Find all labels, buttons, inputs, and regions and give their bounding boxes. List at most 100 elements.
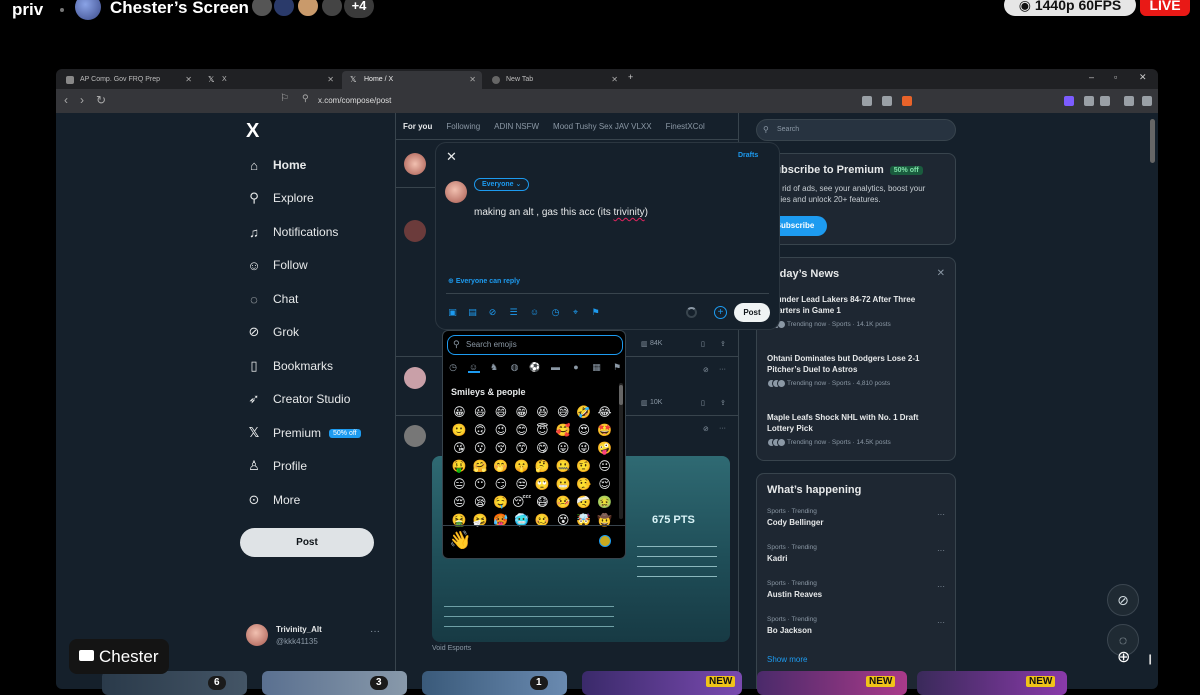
- emoji-cell[interactable]: 😋: [532, 441, 553, 456]
- emoji-cell[interactable]: 🙂: [449, 423, 470, 438]
- emoji-cell[interactable]: 😛: [553, 441, 574, 456]
- emoji-cell[interactable]: 😪: [470, 495, 491, 510]
- grok-icon[interactable]: ⊘: [703, 425, 709, 433]
- activity-category-icon[interactable]: ⚽: [529, 361, 541, 373]
- trend-name[interactable]: Kadri: [767, 554, 787, 563]
- emoji-cell[interactable]: 😇: [532, 423, 553, 438]
- emoji-cell[interactable]: 🤐: [553, 459, 574, 474]
- emoji-cell[interactable]: 😐: [594, 459, 615, 474]
- share-icon[interactable]: [882, 96, 892, 106]
- emoji-cell[interactable]: 🤔: [532, 459, 553, 474]
- emoji-cell[interactable]: 😄: [491, 405, 512, 420]
- account-menu-icon[interactable]: ···: [370, 626, 380, 637]
- maximize-icon[interactable]: ▫: [1114, 72, 1117, 82]
- sidebar-post-button[interactable]: Post: [240, 528, 374, 557]
- sidebar-item-bookmarks[interactable]: ▯ Bookmarks: [246, 354, 333, 378]
- grok-icon[interactable]: ⊘: [487, 307, 498, 318]
- audience-selector[interactable]: Everyone ⌄: [474, 178, 530, 191]
- emoji-cell[interactable]: 😗: [470, 441, 491, 456]
- sidebar-item-more[interactable]: ⊙ More: [246, 488, 301, 512]
- wallet-icon[interactable]: [1100, 96, 1110, 106]
- emoji-cell[interactable]: 🥰: [553, 423, 574, 438]
- emoji-cell[interactable]: 🙄: [532, 477, 553, 492]
- account-name[interactable]: Trivinity_Alt: [276, 625, 322, 634]
- schedule-icon[interactable]: ◷: [550, 307, 561, 318]
- tab-new-tab[interactable]: New Tab ✕: [484, 71, 624, 89]
- emoji-cell[interactable]: 😔: [449, 495, 470, 510]
- emoji-cell[interactable]: 😏: [491, 477, 512, 492]
- more-icon[interactable]: ···: [937, 582, 945, 591]
- emoji-cell[interactable]: 😂: [594, 405, 615, 420]
- viewer-avatar[interactable]: [320, 0, 344, 18]
- sidebar-toggle-icon[interactable]: [1124, 96, 1134, 106]
- chart-icon[interactable]: ▥: [641, 340, 648, 348]
- emoji-cell[interactable]: 😘: [449, 441, 470, 456]
- location-icon[interactable]: ⌖: [570, 307, 581, 318]
- emoji-cell[interactable]: 😍: [574, 423, 595, 438]
- emoji-cell[interactable]: 🤕: [574, 495, 595, 510]
- flag-icon[interactable]: ⚑: [590, 307, 601, 318]
- avatar[interactable]: [404, 367, 426, 389]
- emoji-icon[interactable]: ☺: [529, 307, 540, 318]
- smiley-category-icon[interactable]: ☺: [467, 361, 480, 373]
- avatar[interactable]: [404, 220, 426, 242]
- more-icon[interactable]: ···: [937, 618, 945, 627]
- sidebar-item-premium[interactable]: 𝕏 Premium 50% off: [246, 421, 361, 445]
- close-icon[interactable]: ✕: [937, 268, 945, 279]
- emoji-cell[interactable]: 🤤: [491, 495, 512, 510]
- trend-name[interactable]: Austin Reaves: [767, 590, 822, 599]
- tab-x[interactable]: 𝕏 X ✕: [200, 71, 340, 89]
- emoji-cell[interactable]: 😙: [511, 441, 532, 456]
- emoji-cell[interactable]: 🤩: [594, 423, 615, 438]
- emoji-cell[interactable]: 😴: [511, 495, 532, 510]
- more-icon[interactable]: ···: [719, 425, 726, 432]
- back-icon[interactable]: ‹: [64, 93, 68, 107]
- emoji-cell[interactable]: 🤥: [574, 477, 595, 492]
- page-scrollbar[interactable]: [1150, 119, 1155, 163]
- tab-list-2[interactable]: Mood Tushy Sex JAV VLXX: [546, 113, 659, 139]
- emoji-cell[interactable]: 🤭: [491, 459, 512, 474]
- emoji-cell[interactable]: 😌: [594, 477, 615, 492]
- news-headline[interactable]: Maple Leafs Shock NHL with No. 1 Draft L…: [767, 412, 942, 434]
- drafts-button[interactable]: Drafts: [738, 152, 758, 159]
- emoji-cell[interactable]: 😀: [449, 405, 470, 420]
- forward-icon[interactable]: ›: [80, 93, 84, 107]
- emoji-cell[interactable]: 🤢: [594, 495, 615, 510]
- emoji-cell[interactable]: 🙃: [470, 423, 491, 438]
- emoji-cell[interactable]: 😑: [449, 477, 470, 492]
- sidebar-item-explore[interactable]: ⚲ Explore: [246, 186, 313, 210]
- close-icon[interactable]: ✕: [185, 71, 192, 89]
- sidebar-item-chat[interactable]: ◌ Chat: [246, 287, 298, 311]
- close-icon[interactable]: ✕: [446, 149, 457, 165]
- tab-for-you[interactable]: For you: [396, 113, 439, 139]
- post-button[interactable]: Post: [734, 303, 770, 322]
- chart-icon[interactable]: ▥: [641, 399, 648, 407]
- gif-icon[interactable]: ▤: [467, 307, 478, 318]
- sidebar-item-profile[interactable]: ♙ Profile: [246, 454, 307, 478]
- sidebar-item-home[interactable]: ⌂ Home: [246, 153, 306, 177]
- travel-category-icon[interactable]: ▬: [550, 361, 562, 373]
- viewer-avatar[interactable]: [272, 0, 296, 18]
- tab-list-1[interactable]: ADIN NSFW: [487, 113, 546, 139]
- news-headline[interactable]: Ohtani Dominates but Dodgers Lose 2-1 Pi…: [767, 353, 942, 375]
- tab-list-3[interactable]: FinestXCol: [659, 113, 712, 139]
- flags-category-icon[interactable]: ⚑: [611, 361, 623, 373]
- window-close-icon[interactable]: ✕: [1139, 72, 1147, 83]
- extra-viewers-count[interactable]: +4: [344, 0, 374, 18]
- poll-icon[interactable]: ☰: [508, 307, 519, 318]
- emoji-cell[interactable]: 🤪: [594, 441, 615, 456]
- brave-shield-icon[interactable]: [902, 96, 912, 106]
- reply-setting-button[interactable]: ⊕ Everyone can reply: [448, 277, 520, 285]
- emoji-cell[interactable]: 🤨: [574, 459, 595, 474]
- close-icon[interactable]: ✕: [469, 71, 476, 89]
- account-avatar[interactable]: [246, 624, 268, 646]
- emoji-cell[interactable]: 😅: [553, 405, 574, 420]
- search-input[interactable]: Search: [756, 119, 956, 141]
- add-post-icon[interactable]: +: [714, 306, 727, 319]
- media-icon[interactable]: ▣: [447, 307, 458, 318]
- bookmark-icon[interactable]: ⚐: [280, 93, 289, 104]
- close-icon[interactable]: ✕: [327, 71, 334, 89]
- viewer-avatar[interactable]: [296, 0, 320, 18]
- animal-category-icon[interactable]: ♞: [488, 361, 500, 373]
- emoji-cell[interactable]: 🤒: [553, 495, 574, 510]
